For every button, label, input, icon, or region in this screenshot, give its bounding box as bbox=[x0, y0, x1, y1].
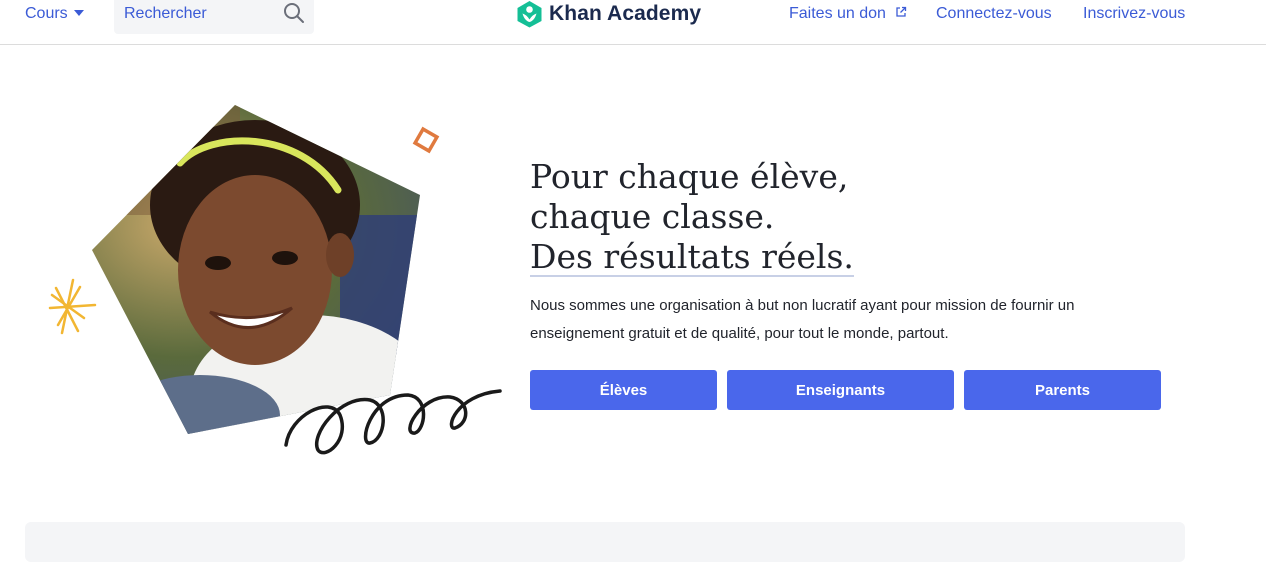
courses-label: Cours bbox=[25, 5, 68, 22]
logo-text: Khan Academy bbox=[549, 2, 702, 25]
signup-link[interactable]: Inscrivez-vous bbox=[1083, 0, 1185, 28]
khan-academy-logo[interactable]: Khan Academy bbox=[516, 0, 701, 28]
headline-line-2: chaque classe. bbox=[530, 197, 775, 236]
hero-description: Nous sommes une organisation à but non l… bbox=[530, 297, 1075, 342]
search-input[interactable] bbox=[124, 0, 274, 28]
khan-academy-logo-icon bbox=[517, 1, 542, 28]
hero-headline: Pour chaque élève, chaque classe. Des ré… bbox=[530, 157, 930, 277]
students-button[interactable]: Élèves bbox=[530, 370, 717, 410]
headline-line-1: Pour chaque élève, bbox=[530, 157, 849, 196]
donate-label: Faites un don bbox=[789, 5, 886, 22]
chevron-down-icon bbox=[73, 9, 84, 16]
search-box bbox=[114, 0, 314, 34]
sparkle-decoration bbox=[48, 278, 97, 335]
headline-line-3: Des résultats réels. bbox=[530, 237, 854, 277]
external-link-icon bbox=[896, 6, 907, 17]
search-icon[interactable] bbox=[283, 2, 305, 24]
hero-illustration bbox=[48, 105, 502, 455]
parents-button[interactable]: Parents bbox=[964, 370, 1161, 410]
diamond-decoration bbox=[412, 126, 440, 154]
top-navigation: Cours Khan Academy Faites un don Connect… bbox=[0, 0, 1266, 45]
teachers-button[interactable]: Enseignants bbox=[727, 370, 954, 410]
login-link[interactable]: Connectez-vous bbox=[936, 0, 1052, 28]
student-photo bbox=[92, 105, 420, 434]
donate-link[interactable]: Faites un don bbox=[789, 0, 907, 28]
next-section-card bbox=[25, 522, 1185, 562]
courses-menu[interactable]: Cours bbox=[25, 0, 84, 28]
